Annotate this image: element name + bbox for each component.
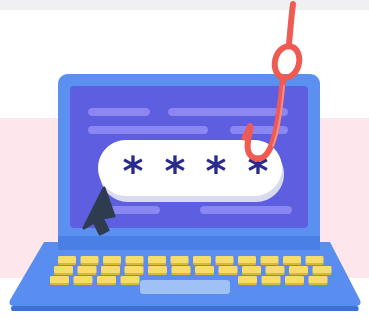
laptop-base-edge <box>10 306 359 311</box>
touchpad <box>140 280 230 294</box>
keyboard-key <box>50 276 69 283</box>
keyboard-key <box>218 266 238 273</box>
keyboard-key <box>171 266 191 273</box>
screen-line <box>168 108 288 116</box>
keyboard-key <box>260 256 279 263</box>
password-asterisk: * <box>165 149 186 195</box>
keyboard-key <box>124 266 144 273</box>
keyboard-key <box>283 256 301 263</box>
keyboard-key <box>148 266 167 273</box>
keyboard-key <box>97 276 116 283</box>
keyboard-key <box>215 256 234 263</box>
keyboard-key <box>80 256 99 263</box>
top-strip <box>0 0 369 10</box>
screen-line <box>200 206 292 214</box>
keyboard-key <box>54 266 73 273</box>
keyboard-key <box>101 266 120 273</box>
keyboard-key <box>120 276 140 283</box>
keyboard-key <box>195 266 214 273</box>
keyboard-key <box>103 256 121 263</box>
keyboard-key <box>305 256 324 263</box>
keyboard-key <box>265 266 285 273</box>
keyboard-key <box>58 256 76 263</box>
keyboard-key <box>312 266 332 273</box>
keyboard-key <box>170 256 189 263</box>
screen-line <box>88 108 150 116</box>
keyboard-key <box>77 266 97 273</box>
keyboard-key <box>238 276 257 283</box>
keyboard-key <box>148 256 166 263</box>
keyboard-key <box>125 256 144 263</box>
keyboard-key <box>193 256 211 263</box>
keyboard-key <box>308 276 328 283</box>
phishing-illustration: * * * * <box>0 0 369 311</box>
keyboard-key <box>261 276 281 283</box>
keyboard-key <box>238 256 256 263</box>
keyboard-key <box>289 266 308 273</box>
keyboard-key <box>242 266 261 273</box>
password-asterisk: * <box>123 149 144 195</box>
password-asterisk: * <box>206 149 227 195</box>
keyboard-key <box>285 276 304 283</box>
screen-line <box>88 126 208 134</box>
keyboard-key <box>73 276 93 283</box>
screen-frame-inner-shade <box>58 236 320 250</box>
